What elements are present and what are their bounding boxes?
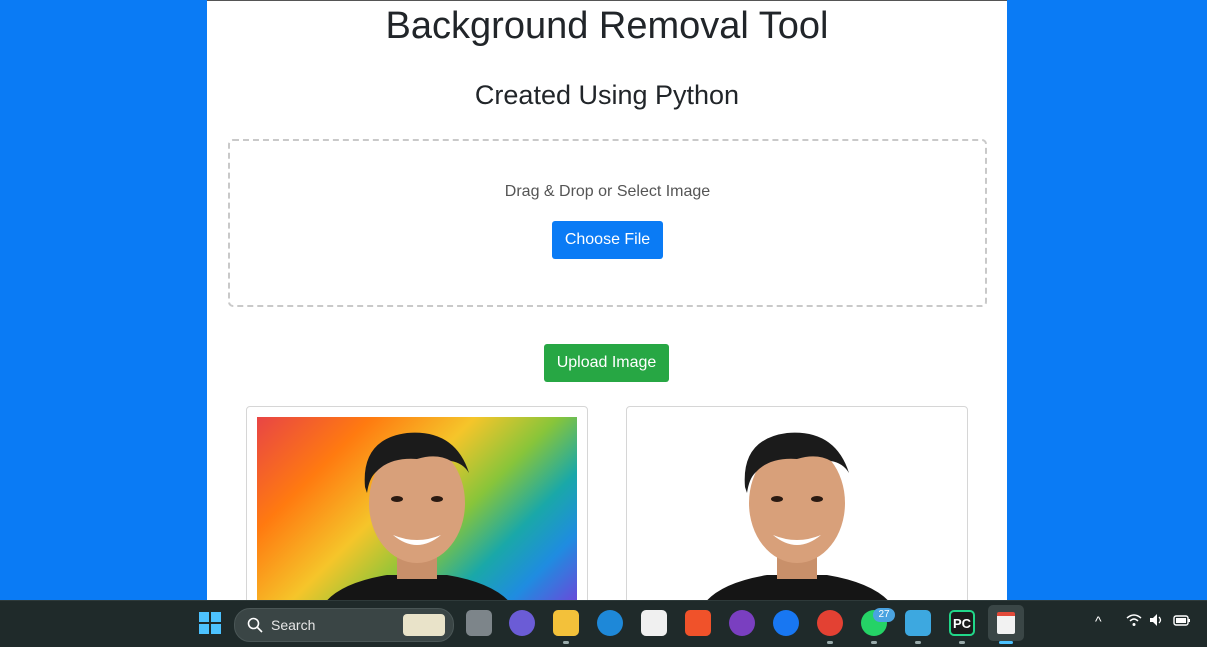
taskbar-search[interactable]: Search <box>234 608 454 642</box>
running-indicator <box>915 641 921 644</box>
page-subtitle: Created Using Python <box>474 80 740 110</box>
wifi-icon[interactable] <box>1126 613 1142 630</box>
result-image-card <box>626 406 968 601</box>
person-illustration <box>326 432 509 601</box>
notification-badge: 27 <box>873 608 895 622</box>
running-indicator <box>827 641 833 644</box>
result-image <box>637 417 957 601</box>
choose-file-button[interactable]: Choose File <box>552 221 663 259</box>
chat-icon[interactable] <box>509 610 535 636</box>
pycharm-icon[interactable]: PC <box>949 610 975 636</box>
file-explorer-icon[interactable] <box>553 610 579 636</box>
running-indicator <box>563 641 569 644</box>
battery-icon[interactable] <box>1173 613 1191 630</box>
brave-icon[interactable] <box>685 610 711 636</box>
active-indicator <box>999 641 1013 644</box>
task-view-icon[interactable] <box>466 610 492 636</box>
original-image-card <box>246 406 588 601</box>
running-indicator <box>871 641 877 644</box>
app-page: Background Removal Tool Created Using Py… <box>207 0 1007 601</box>
notepad-icon[interactable] <box>905 610 931 636</box>
page-title: Background Removal Tool <box>385 5 829 47</box>
chrome-icon[interactable] <box>817 610 843 636</box>
search-label: Search <box>271 617 316 633</box>
github-icon[interactable] <box>729 610 755 636</box>
edge-icon[interactable] <box>597 610 623 636</box>
upload-image-button[interactable]: Upload Image <box>544 344 669 382</box>
taskbar: Search 27 PC ^ <box>0 600 1207 647</box>
store-icon[interactable] <box>641 610 667 636</box>
snipping-tool-icon[interactable] <box>988 605 1024 641</box>
facebook-icon[interactable] <box>773 610 799 636</box>
drop-zone-text: Drag & Drop or Select Image <box>504 183 711 200</box>
original-image <box>257 417 577 601</box>
drop-zone[interactable]: Drag & Drop or Select Image Choose File <box>228 139 987 307</box>
volume-icon[interactable] <box>1149 613 1165 630</box>
windows-start-icon[interactable] <box>197 610 223 636</box>
running-indicator <box>959 641 965 644</box>
search-icon <box>247 617 263 633</box>
person-cutout-illustration <box>706 432 889 601</box>
chevron-up-icon[interactable]: ^ <box>1095 613 1102 629</box>
search-highlight-icon <box>403 614 445 636</box>
